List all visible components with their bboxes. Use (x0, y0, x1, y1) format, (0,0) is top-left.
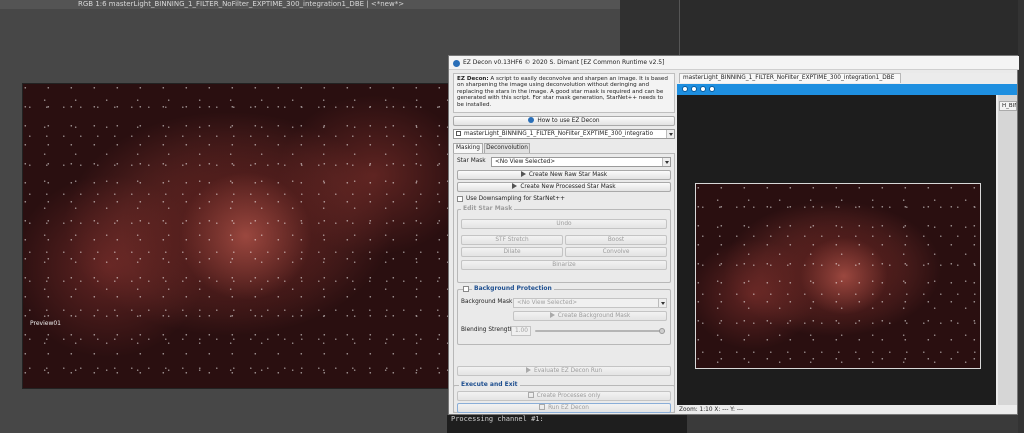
background-mask-select[interactable]: <No View Selected> (513, 298, 667, 308)
preview-side-panel: H_BIN (998, 95, 1017, 405)
create-background-mask-button[interactable]: Create Background Mask (513, 311, 667, 321)
description-bold: EZ Decon: (457, 76, 489, 82)
star-mask-label: Star Mask (457, 158, 486, 164)
app-logo-icon (453, 60, 460, 67)
console-line: Processing channel #1: (451, 415, 544, 423)
dialog-title: EZ Decon v0.13HF6 © 2020 S. Dimant [EZ C… (463, 59, 665, 66)
blending-strength-field[interactable]: 1.00 (511, 326, 531, 336)
downsampling-label: Use Downsampling for StarNet++ (466, 196, 566, 202)
background-mask-value: <No View Selected> (517, 300, 578, 306)
blending-strength-label: Blending Strength (461, 327, 514, 333)
view-icon (456, 131, 461, 136)
zoom-fit-icon[interactable] (682, 86, 688, 92)
create-processed-star-mask-label: Create New Processed Star Mask (520, 184, 616, 190)
image-window-title[interactable]: RGB 1:6 masterLight_BINNING_1_FILTER_NoF… (0, 0, 620, 9)
star-mask-value: <No View Selected> (495, 159, 556, 165)
preview-side-tab[interactable]: H_BIN (999, 101, 1017, 111)
preview-label: Preview01 (30, 320, 61, 327)
preview-image (695, 183, 981, 369)
execute-title: Execute and Exit (459, 381, 520, 388)
create-processed-star-mask-button[interactable]: Create New Processed Star Mask (457, 182, 671, 192)
chevron-down-icon (658, 299, 666, 307)
star-mask-select[interactable]: <No View Selected> (491, 157, 671, 167)
run-ez-decon-button[interactable]: Run EZ Decon (457, 403, 671, 413)
tab-container: Masking Deconvolution Star Mask <No View… (453, 143, 675, 413)
create-processes-button[interactable]: Create Processes only (457, 391, 671, 401)
preview-toolbar (677, 84, 1017, 95)
boost-button[interactable]: Boost (565, 235, 667, 245)
process-console: Processing channel #1: (447, 415, 687, 433)
create-background-mask-label: Create Background Mask (557, 313, 631, 319)
target-view-select[interactable]: masterLight_BINNING_1_FILTER_NoFilter_EX… (453, 129, 675, 139)
blending-strength-slider[interactable] (535, 330, 665, 332)
blending-strength-knob[interactable] (659, 328, 665, 334)
left-panel: EZ Decon: A script to easily deconvolve … (453, 73, 675, 413)
convolve-button[interactable]: Convolve (565, 247, 667, 257)
play-icon (520, 171, 526, 177)
how-to-button[interactable]: How to use EZ Decon (453, 116, 675, 126)
check-icon (527, 392, 534, 398)
background-protection-title: Background Protection (472, 285, 554, 292)
description-box: EZ Decon: A script to easily deconvolve … (453, 73, 675, 113)
evaluate-label: Evaluate EZ Decon Run (533, 368, 603, 374)
dialog-titlebar[interactable]: EZ Decon v0.13HF6 © 2020 S. Dimant [EZ C… (449, 56, 1019, 70)
play-icon (549, 312, 555, 318)
downsampling-checkbox[interactable] (457, 196, 463, 202)
binarize-button[interactable]: Binarize (461, 260, 667, 270)
dilate-button[interactable]: Dilate (461, 247, 563, 257)
create-raw-star-mask-button[interactable]: Create New Raw Star Mask (457, 170, 671, 180)
nebula-image (22, 83, 452, 389)
workspace-panel (620, 0, 680, 55)
ez-decon-dialog: EZ Decon v0.13HF6 © 2020 S. Dimant [EZ C… (448, 55, 1019, 415)
preview-tab[interactable]: masterLight_BINNING_1_FILTER_NoFilter_EX… (679, 73, 901, 83)
undo-button[interactable]: Undo (461, 219, 667, 229)
description-text: A script to easily deconvolve and sharpe… (457, 76, 668, 108)
play-icon (525, 367, 531, 373)
stf-stretch-button[interactable]: STF Stretch (461, 235, 563, 245)
zoom-out-icon[interactable] (700, 86, 706, 92)
zoom-1to1-icon[interactable] (709, 86, 715, 92)
tab-deconvolution[interactable]: Deconvolution (484, 143, 530, 153)
tab-masking[interactable]: Masking (453, 143, 483, 153)
target-view-value: masterLight_BINNING_1_FILTER_NoFilter_EX… (464, 131, 654, 137)
chevron-down-icon (666, 130, 674, 138)
edit-star-mask-title: Edit Star Mask (461, 205, 515, 212)
run-ez-decon-label: Run EZ Decon (548, 405, 589, 411)
zoom-in-icon[interactable] (691, 86, 697, 92)
background-mask-label: Background Mask (461, 299, 513, 305)
background-protection-checkbox[interactable] (463, 286, 469, 292)
create-processes-label: Create Processes only (536, 393, 601, 399)
workspace-background (620, 0, 1024, 55)
how-to-label: How to use EZ Decon (537, 118, 600, 124)
preview-viewport[interactable] (677, 95, 996, 405)
preview-status: Zoom: 1:10 X: --- Y: --- (679, 407, 744, 413)
fast-forward-icon (512, 183, 518, 189)
create-raw-star-mask-label: Create New Raw Star Mask (528, 172, 608, 178)
preview-panel: masterLight_BINNING_1_FILTER_NoFilter_EX… (677, 73, 1017, 413)
help-icon (528, 117, 535, 123)
evaluate-button[interactable]: Evaluate EZ Decon Run (457, 366, 671, 376)
check-icon (539, 404, 546, 410)
chevron-down-icon (662, 158, 670, 166)
